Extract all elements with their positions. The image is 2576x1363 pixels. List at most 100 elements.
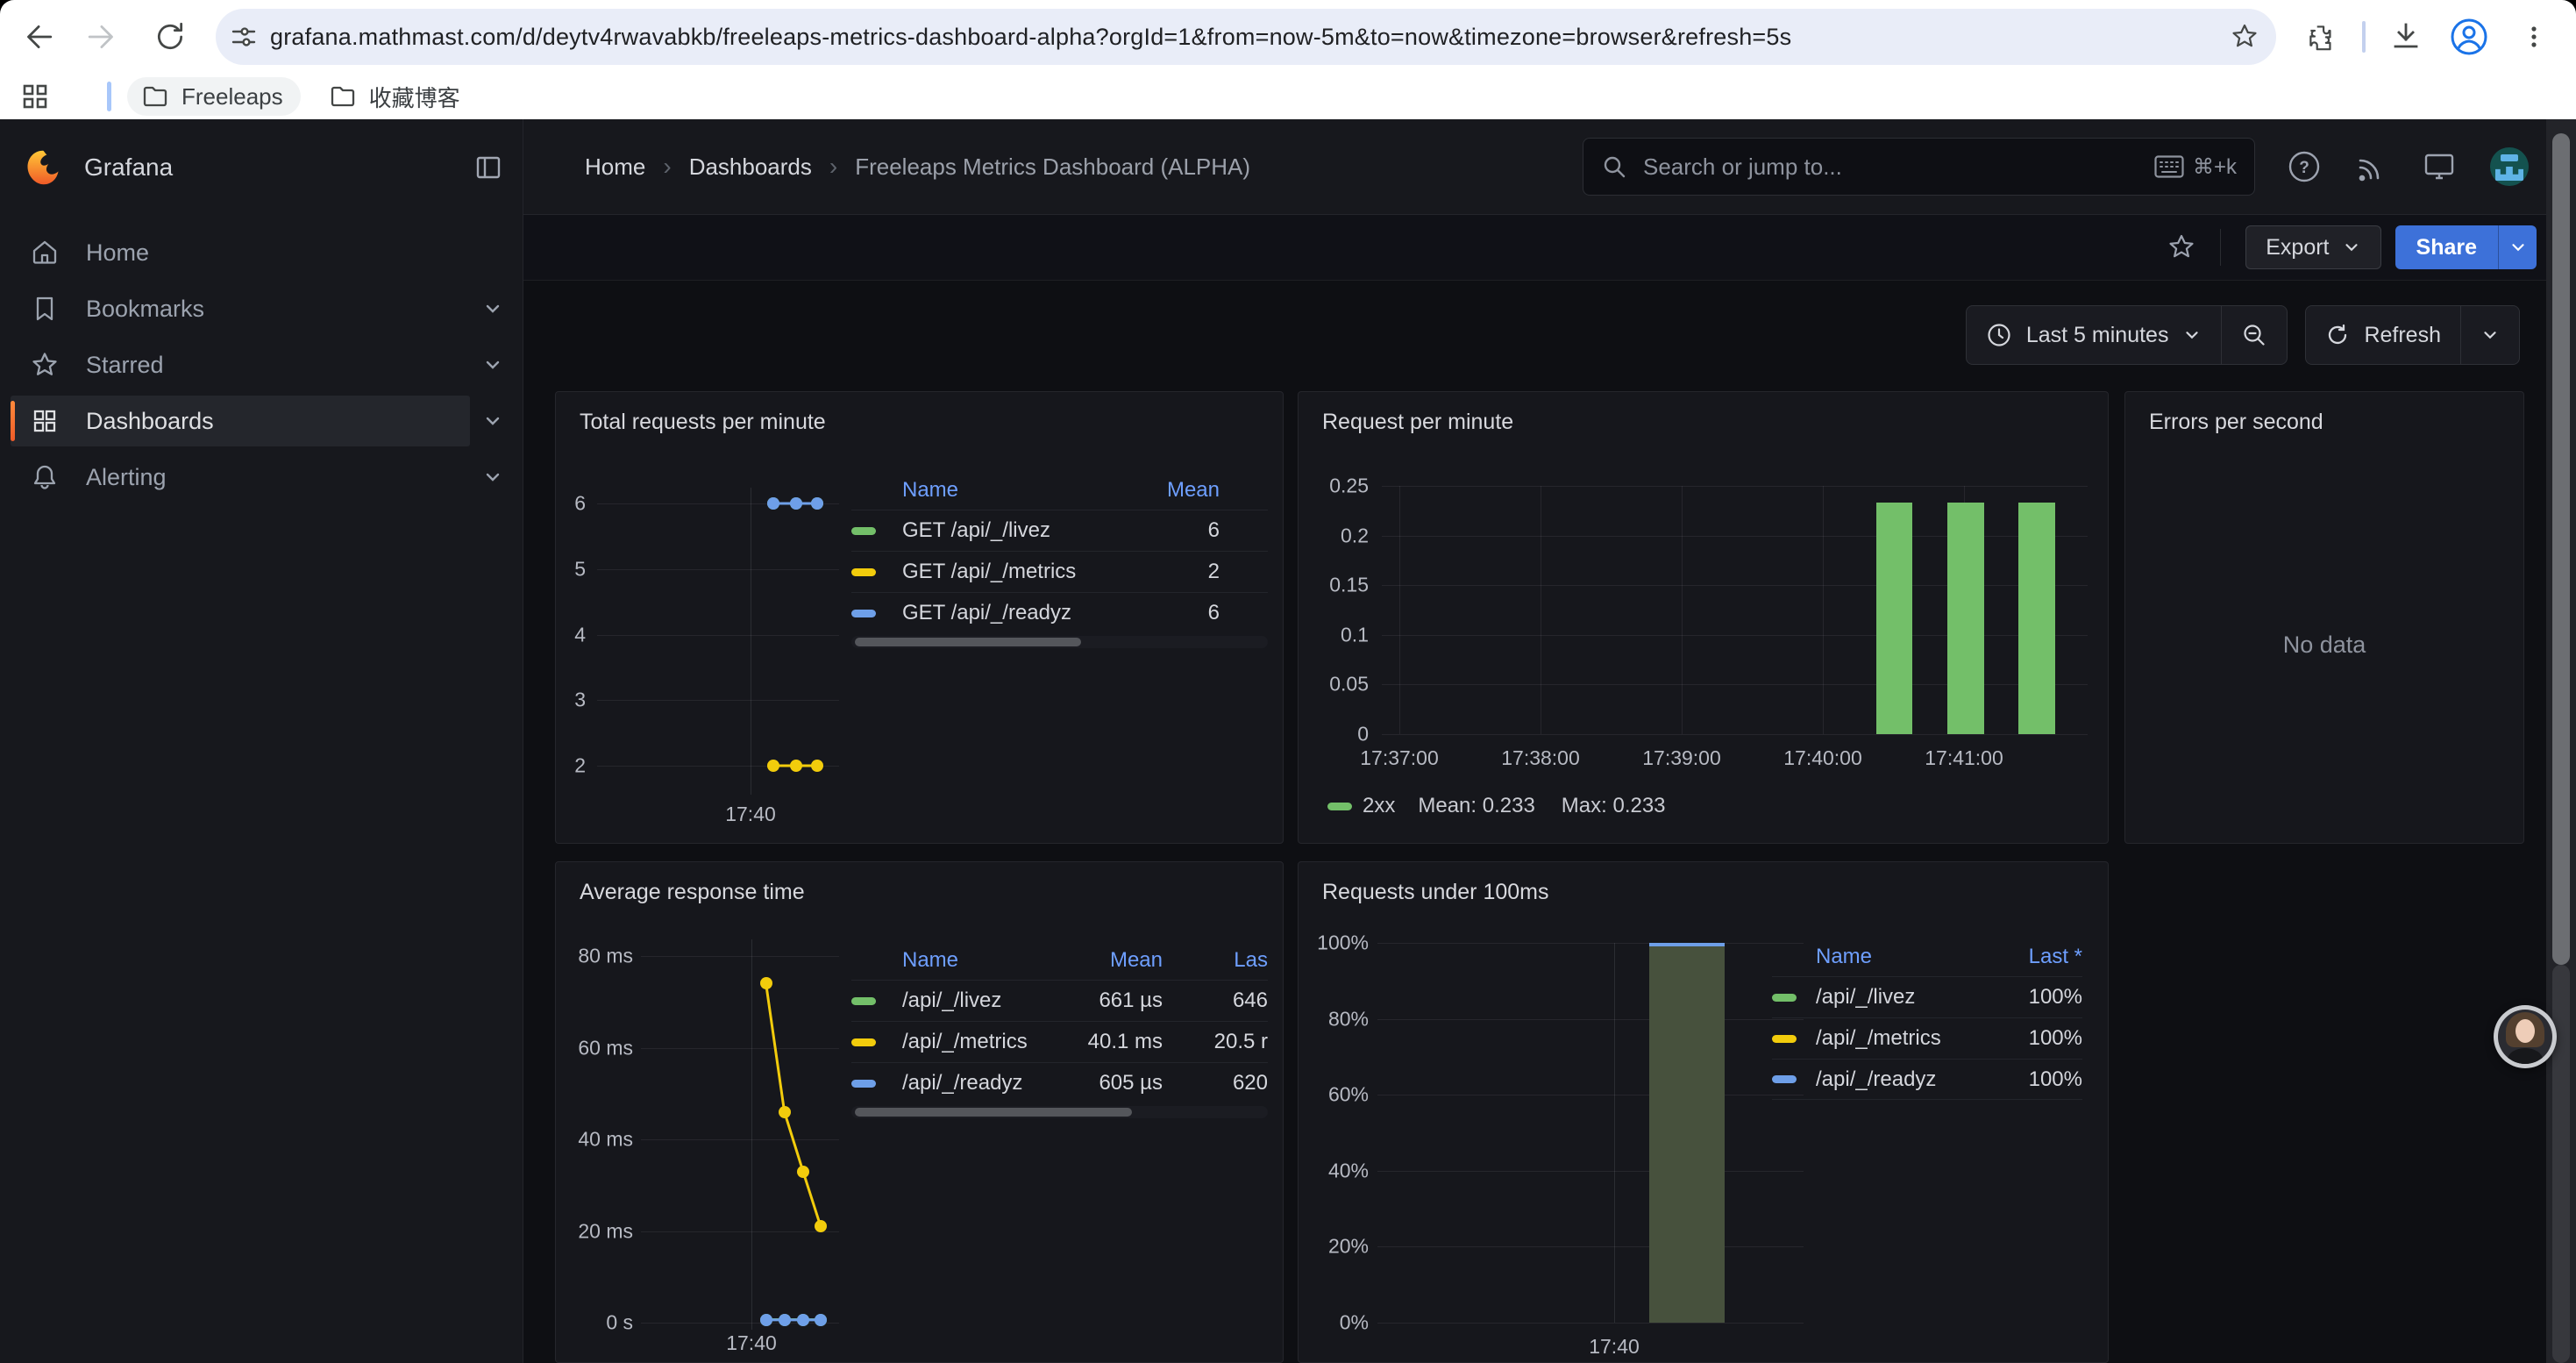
bookmark-folder-blogs[interactable]: 收藏博客 <box>315 77 478 116</box>
legend-row[interactable]: /api/_/livez100% <box>1772 976 2082 1017</box>
refresh-button[interactable]: Refresh <box>2305 305 2461 365</box>
bookmark-folder-freeleaps[interactable]: Freeleaps <box>127 77 301 116</box>
bookmark-star-icon[interactable] <box>2229 21 2260 53</box>
bell-icon <box>30 462 60 492</box>
sidebar: Grafana Home Bookmarks Starred <box>0 119 523 1363</box>
bookmarks-divider <box>107 82 111 111</box>
x-axis-tick: 17:39:00 <box>1642 746 1721 770</box>
breadcrumb-dashboards[interactable]: Dashboards <box>689 153 812 181</box>
profile-button[interactable] <box>2450 18 2488 56</box>
series-color-swatch <box>1772 1035 1797 1043</box>
browser-window: grafana.mathmast.com/d/deytv4rwavabkb/fr… <box>0 0 2576 1363</box>
bookmark-label: Freeleaps <box>181 83 283 111</box>
legend-row[interactable]: /api/_/metrics40.1 ms20.5 r <box>851 1021 1268 1062</box>
panel-request-per-minute[interactable]: Request per minute 0.25 0.2 0.15 0.1 0.0… <box>1298 391 2109 844</box>
legend-row[interactable]: /api/_/metrics100% <box>1772 1017 2082 1059</box>
search-input[interactable] <box>1641 153 2154 182</box>
floating-assistant-avatar[interactable] <box>2494 1005 2557 1068</box>
panel-title[interactable]: Total requests per minute <box>580 410 826 435</box>
help-icon[interactable]: ? <box>2287 149 2322 184</box>
panel-average-response-time[interactable]: Average response time 80 ms 60 ms 40 ms … <box>555 861 1284 1363</box>
refresh-interval-button[interactable] <box>2461 305 2520 365</box>
chevron-down-icon[interactable] <box>482 298 503 319</box>
news-rss-icon[interactable] <box>2355 150 2388 183</box>
legend-row[interactable]: GET /api/_/metrics2 <box>851 551 1268 592</box>
apps-grid-button[interactable] <box>16 77 54 116</box>
extensions-button[interactable] <box>2301 18 2339 56</box>
apps-grid-icon <box>21 82 49 111</box>
panel-title[interactable]: Requests under 100ms <box>1322 880 1548 905</box>
monitor-kiosk-icon[interactable] <box>2422 149 2457 184</box>
series-color-swatch <box>851 997 876 1005</box>
panel-total-requests-per-minute[interactable]: Total requests per minute 6 5 4 3 2 17:4… <box>555 391 1284 844</box>
chevron-down-icon <box>2342 238 2361 257</box>
legend-table: NameLast * /api/_/livez100% /api/_/metri… <box>1772 938 2082 1100</box>
y-axis: 100% 80% 60% 40% 20% 0% <box>1299 943 1369 1323</box>
reload-button[interactable] <box>151 18 189 56</box>
zoom-out-time-button[interactable] <box>2222 305 2288 365</box>
panel-errors-per-second[interactable]: Errors per second No data <box>2124 391 2524 844</box>
browser-menu-button[interactable] <box>2515 18 2553 56</box>
bar-chart-plot[interactable] <box>1377 943 1804 1323</box>
breadcrumb-separator: › <box>663 153 671 181</box>
sidebar-item-home[interactable]: Home <box>11 227 470 278</box>
site-settings-icon <box>230 23 258 51</box>
grafana-logo[interactable] <box>25 149 61 186</box>
sidebar-item-starred[interactable]: Starred <box>11 339 470 390</box>
chevron-down-icon[interactable] <box>482 354 503 375</box>
forward-icon <box>87 20 120 54</box>
share-menu-button[interactable] <box>2498 225 2537 269</box>
legend-scrollbar[interactable] <box>851 636 1268 648</box>
toolbar-divider <box>2362 21 2366 53</box>
series-color-swatch <box>851 1038 876 1046</box>
legend-row[interactable]: GET /api/_/readyz6 <box>851 592 1268 633</box>
download-icon <box>2390 21 2422 53</box>
sidebar-item-dashboards[interactable]: Dashboards <box>11 396 470 446</box>
window-scrollbar[interactable] <box>2546 119 2576 1363</box>
series-color-swatch <box>1327 803 1352 810</box>
reload-icon <box>153 20 187 54</box>
legend-row[interactable]: /api/_/readyz100% <box>1772 1059 2082 1100</box>
legend[interactable]: 2xx Mean: 0.233 Max: 0.233 <box>1327 794 1666 818</box>
x-axis-tick: 17:37:00 <box>1360 746 1439 770</box>
legend-table: NameMean GET /api/_/livez6 GET /api/_/me… <box>851 471 1268 633</box>
header-icons: ? <box>2287 147 2529 186</box>
sidebar-item-label: Bookmarks <box>86 296 204 323</box>
grafana-app: Grafana Home Bookmarks Starred <box>0 119 2576 1363</box>
panel-requests-under-100ms[interactable]: Requests under 100ms 100% 80% 60% 40% 20… <box>1298 861 2109 1363</box>
legend-row[interactable]: /api/_/readyz605 µs620 <box>851 1062 1268 1103</box>
time-series-plot[interactable] <box>641 956 839 1323</box>
favorite-dashboard-star-icon[interactable] <box>2166 232 2197 263</box>
panel-title[interactable]: Average response time <box>580 880 805 905</box>
chevron-down-icon <box>2182 325 2202 345</box>
scrollbar-track <box>2552 965 2570 1363</box>
kebab-menu-icon <box>2519 22 2549 52</box>
chevron-down-icon[interactable] <box>482 467 503 488</box>
breadcrumb-home[interactable]: Home <box>585 153 645 181</box>
time-range-picker[interactable]: Last 5 minutes <box>1966 305 2223 365</box>
bar-chart-plot[interactable] <box>1382 486 2088 734</box>
legend-series-name: 2xx <box>1363 794 1395 818</box>
share-button[interactable]: Share <box>2395 225 2498 269</box>
scrollbar-thumb[interactable] <box>2552 133 2570 965</box>
sidebar-item-alerting[interactable]: Alerting <box>11 452 470 503</box>
panel-title[interactable]: Request per minute <box>1322 410 1513 435</box>
panel-title[interactable]: Errors per second <box>2149 410 2323 435</box>
user-avatar[interactable] <box>2490 147 2529 186</box>
export-button[interactable]: Export <box>2245 225 2380 269</box>
legend-row[interactable]: GET /api/_/livez6 <box>851 510 1268 551</box>
dock-sidebar-toggle-icon[interactable] <box>473 152 504 183</box>
series-color-swatch <box>1772 994 1797 1002</box>
back-button[interactable] <box>18 18 56 56</box>
chevron-down-icon[interactable] <box>482 410 503 432</box>
legend-row[interactable]: /api/_/livez661 µs646 <box>851 980 1268 1021</box>
breadcrumb-current: Freeleaps Metrics Dashboard (ALPHA) <box>855 153 1250 181</box>
url-bar[interactable]: grafana.mathmast.com/d/deytv4rwavabkb/fr… <box>216 9 2276 65</box>
time-series-plot[interactable] <box>597 503 839 766</box>
chevron-down-icon <box>2508 238 2528 257</box>
sidebar-item-bookmarks[interactable]: Bookmarks <box>11 283 470 334</box>
downloads-button[interactable] <box>2387 18 2425 56</box>
forward-button[interactable] <box>84 18 123 56</box>
legend-scrollbar[interactable] <box>851 1106 1268 1118</box>
search-box[interactable]: ⌘+k <box>1583 138 2255 196</box>
